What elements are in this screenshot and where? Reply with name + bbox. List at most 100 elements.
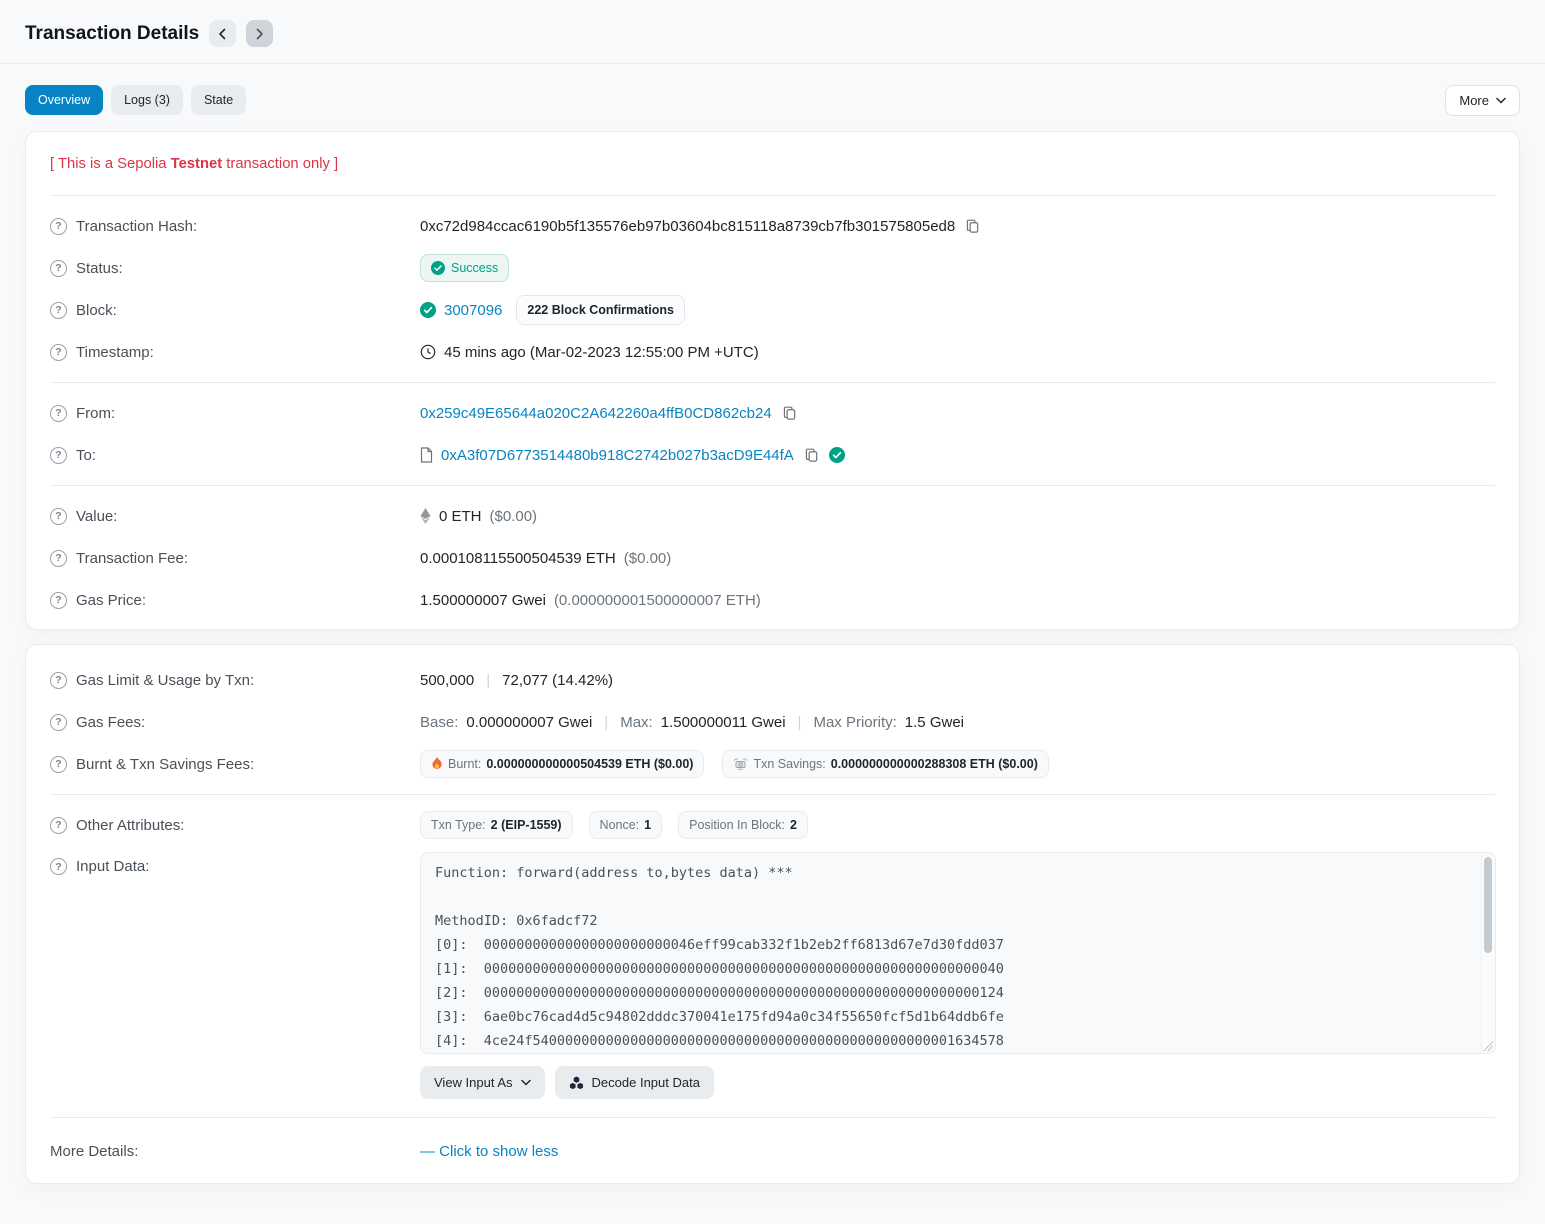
nonce-badge-value: 1 bbox=[644, 818, 651, 832]
transaction-fee-usd: ($0.00) bbox=[624, 550, 672, 567]
gas-fees-label-group: ? Gas Fees: bbox=[50, 714, 420, 731]
transaction-fee-row: ? Transaction Fee: 0.000108115500504539 … bbox=[50, 537, 1495, 579]
block-row: ? Block: 3007096 222 Block Confirmations bbox=[50, 289, 1495, 331]
copy-from-address-button[interactable] bbox=[780, 405, 799, 421]
gas-fees-max-value: 1.500000011 Gwei bbox=[661, 714, 786, 731]
help-icon: ? bbox=[50, 218, 67, 235]
position-in-block-badge-label: Position In Block: bbox=[689, 818, 785, 832]
tab-logs[interactable]: Logs (3) bbox=[111, 85, 183, 115]
gas-fees-row: ? Gas Fees: Base: 0.000000007 Gwei | Max… bbox=[50, 701, 1495, 743]
chevron-left-icon bbox=[218, 28, 227, 40]
resize-handle[interactable] bbox=[1483, 1041, 1493, 1051]
from-value-group: 0x259c49E65644a020C2A642260a4ffB0CD862cb… bbox=[420, 405, 799, 422]
section-divider bbox=[50, 794, 1495, 795]
from-label-group: ? From: bbox=[50, 405, 420, 422]
burnt-badge: Burnt: 0.000000000000504539 ETH ($0.00) bbox=[420, 750, 704, 778]
more-details-row: More Details: — Click to show less bbox=[50, 1127, 1495, 1175]
gas-limit-label: Gas Limit & Usage by Txn: bbox=[76, 672, 254, 689]
transaction-details-page: Transaction Details Overview Logs (3) St… bbox=[0, 0, 1545, 1224]
next-transaction-button[interactable] bbox=[246, 20, 273, 47]
more-dropdown-button[interactable]: More bbox=[1445, 85, 1520, 116]
gas-fees-base-label: Base: bbox=[420, 714, 458, 731]
transaction-hash-label: Transaction Hash: bbox=[76, 218, 197, 235]
status-label: Status: bbox=[76, 260, 123, 277]
txn-type-badge-label: Txn Type: bbox=[431, 818, 486, 832]
timestamp-row: ? Timestamp: 45 mins ago (Mar-02-2023 12… bbox=[50, 331, 1495, 373]
transaction-fee-value-group: 0.000108115500504539 ETH ($0.00) bbox=[420, 550, 671, 567]
nonce-badge: Nonce: 1 bbox=[589, 811, 663, 839]
pipe-separator: | bbox=[600, 714, 612, 731]
gas-limit-row: ? Gas Limit & Usage by Txn: 500,000 | 72… bbox=[50, 659, 1495, 701]
from-label: From: bbox=[76, 405, 115, 422]
status-value-group: Success bbox=[420, 254, 509, 282]
to-address-link[interactable]: 0xA3f07D6773514480b918C2742b027b3acD9E44… bbox=[441, 447, 794, 464]
contract-document-icon bbox=[420, 447, 433, 463]
input-data-scrollbar-thumb[interactable] bbox=[1484, 857, 1492, 953]
previous-transaction-button[interactable] bbox=[209, 20, 236, 47]
overview-card: [ This is a Sepolia Testnet transaction … bbox=[25, 131, 1520, 630]
status-badge-label: Success bbox=[451, 261, 498, 275]
txn-savings-badge-value: 0.000000000000288308 ETH ($0.00) bbox=[831, 757, 1038, 771]
help-icon: ? bbox=[50, 260, 67, 277]
to-label: To: bbox=[76, 447, 96, 464]
gas-fees-priority-value: 1.5 Gwei bbox=[905, 714, 964, 731]
gas-price-amount: 1.500000007 Gwei bbox=[420, 592, 546, 609]
pipe-separator: | bbox=[482, 672, 494, 689]
input-data-label: Input Data: bbox=[76, 858, 149, 875]
transaction-fee-label-group: ? Transaction Fee: bbox=[50, 550, 420, 567]
decode-input-data-button[interactable]: Decode Input Data bbox=[555, 1066, 714, 1099]
help-icon: ? bbox=[50, 592, 67, 609]
help-icon: ? bbox=[50, 302, 67, 319]
position-in-block-badge: Position In Block: 2 bbox=[678, 811, 808, 839]
pipe-separator: | bbox=[794, 714, 806, 731]
txn-type-badge-value: 2 (EIP-1559) bbox=[491, 818, 562, 832]
verified-check-circle-icon bbox=[829, 447, 845, 463]
input-data-row: ? Input Data: Function: forward(address … bbox=[50, 850, 1495, 1099]
help-icon: ? bbox=[50, 344, 67, 361]
flame-icon bbox=[431, 757, 443, 771]
copy-icon bbox=[782, 405, 797, 421]
clock-icon bbox=[420, 344, 436, 360]
tab-bar: Overview Logs (3) State bbox=[25, 64, 1520, 131]
transaction-hash-value-group: 0xc72d984ccac6190b5f135576eb97b03604bc81… bbox=[420, 218, 982, 235]
gas-price-label-group: ? Gas Price: bbox=[50, 592, 420, 609]
gas-limit-value-group: 500,000 | 72,077 (14.42%) bbox=[420, 672, 613, 689]
status-row: ? Status: Success bbox=[50, 247, 1495, 289]
input-data-text: Function: forward(address to,bytes data)… bbox=[421, 853, 1495, 1054]
block-number-link[interactable]: 3007096 bbox=[444, 302, 502, 319]
help-icon: ? bbox=[50, 756, 67, 773]
gas-fees-max-label: Max: bbox=[620, 714, 653, 731]
copy-icon bbox=[804, 447, 819, 463]
transaction-hash-value: 0xc72d984ccac6190b5f135576eb97b03604bc81… bbox=[420, 218, 955, 235]
ethereum-icon bbox=[420, 508, 431, 524]
tab-overview[interactable]: Overview bbox=[25, 85, 103, 115]
status-label-group: ? Status: bbox=[50, 260, 420, 277]
txn-savings-badge-label: Txn Savings: bbox=[753, 757, 825, 771]
timestamp-label: Timestamp: bbox=[76, 344, 154, 361]
input-data-scrollbar-track[interactable] bbox=[1481, 854, 1494, 1052]
txn-type-badge: Txn Type: 2 (EIP-1559) bbox=[420, 811, 573, 839]
copy-to-address-button[interactable] bbox=[802, 447, 821, 463]
block-label: Block: bbox=[76, 302, 117, 319]
tab-state[interactable]: State bbox=[191, 85, 246, 115]
from-address-link[interactable]: 0x259c49E65644a020C2A642260a4ffB0CD862cb… bbox=[420, 405, 772, 422]
view-input-as-button[interactable]: View Input As bbox=[420, 1066, 545, 1099]
chevron-right-icon bbox=[255, 28, 264, 40]
gas-price-row: ? Gas Price: 1.500000007 Gwei (0.0000000… bbox=[50, 579, 1495, 621]
copy-transaction-hash-button[interactable] bbox=[963, 218, 982, 234]
decode-input-data-label: Decode Input Data bbox=[592, 1075, 700, 1090]
value-label-group: ? Value: bbox=[50, 508, 420, 525]
burnt-savings-value-group: Burnt: 0.000000000000504539 ETH ($0.00) … bbox=[420, 750, 1049, 778]
value-value-group: 0 ETH ($0.00) bbox=[420, 508, 537, 525]
timestamp-value: 45 mins ago (Mar-02-2023 12:55:00 PM +UT… bbox=[444, 344, 759, 361]
gas-price-label: Gas Price: bbox=[76, 592, 146, 609]
block-label-group: ? Block: bbox=[50, 302, 420, 319]
more-details-value-group: — Click to show less bbox=[420, 1143, 558, 1160]
section-divider bbox=[50, 195, 1495, 196]
money-wings-icon bbox=[733, 758, 748, 771]
input-data-textarea[interactable]: Function: forward(address to,bytes data)… bbox=[420, 852, 1496, 1054]
block-confirmations-badge: 222 Block Confirmations bbox=[516, 295, 685, 325]
help-icon: ? bbox=[50, 508, 67, 525]
value-label: Value: bbox=[76, 508, 117, 525]
click-to-show-less-link[interactable]: — Click to show less bbox=[420, 1143, 558, 1160]
